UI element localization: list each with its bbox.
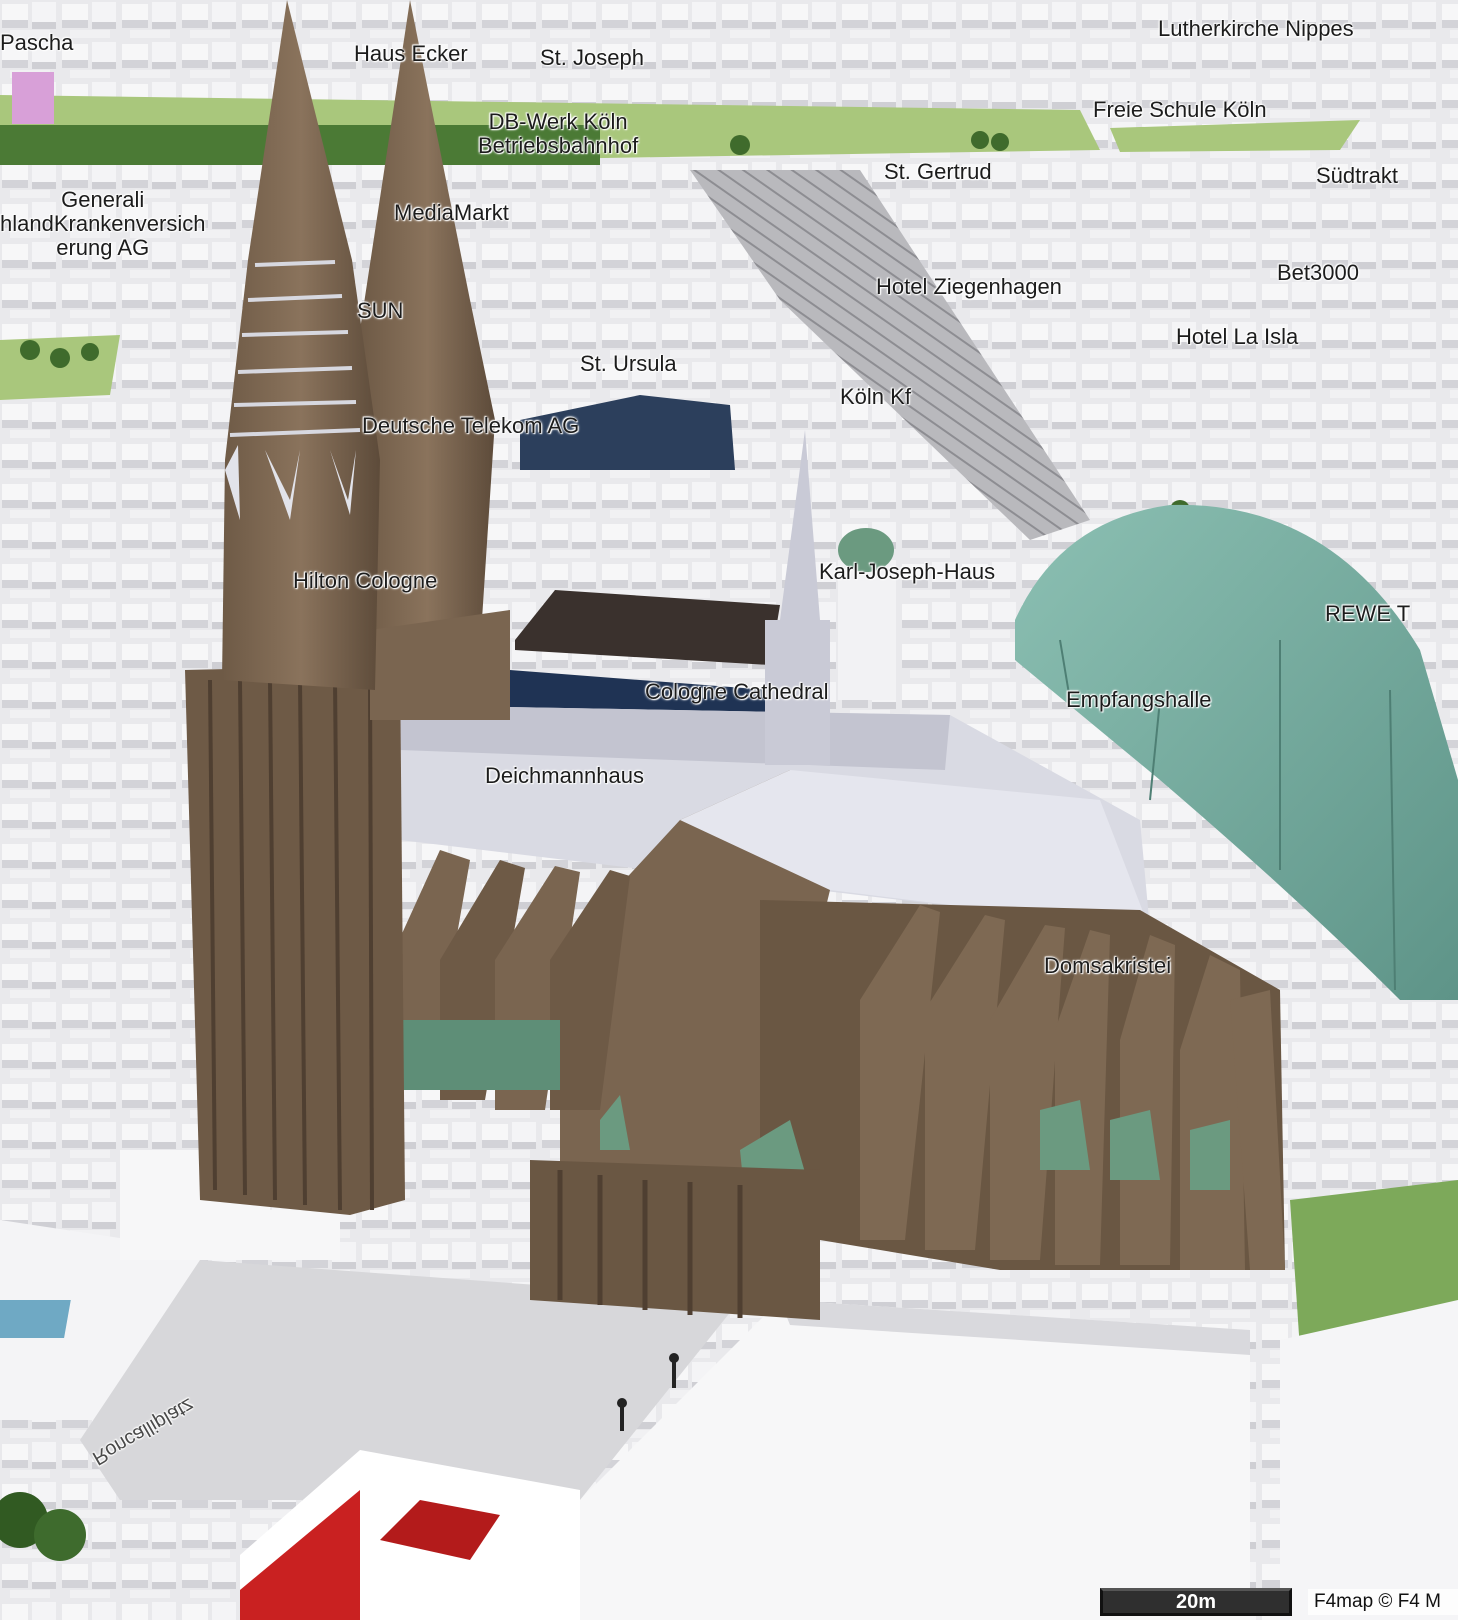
label-empfangshalle[interactable]: Empfangshalle [1066,688,1212,712]
map-canvas[interactable] [0,0,1458,1620]
label-deichmannhaus[interactable]: Deichmannhaus [485,764,644,788]
label-hotel-la-isla[interactable]: Hotel La Isla [1176,325,1298,349]
label-suedtrakt[interactable]: Südtrakt [1316,164,1398,188]
cathedral-portal-base [530,1160,820,1320]
label-st-ursula[interactable]: St. Ursula [580,352,677,376]
label-sun[interactable]: SUN [357,299,403,323]
label-koeln-kf[interactable]: Köln Kf [840,385,911,409]
label-hilton-cologne[interactable]: Hilton Cologne [293,569,437,593]
label-generali[interactable]: Generali hlandKrankenversich erung AG [0,188,205,260]
building-front-right [1280,1300,1458,1620]
label-freie-schule-koeln[interactable]: Freie Schule Köln [1093,98,1267,122]
label-rewe[interactable]: REWE T [1325,602,1410,626]
label-db-werk-line-2: Betriebsbahnhof [478,133,639,158]
label-generali-line-2: hlandKrankenversich [0,211,206,236]
label-hotel-ziegenhagen[interactable]: Hotel Ziegenhagen [876,275,1062,299]
scale-bar: 20m [1100,1588,1292,1616]
label-db-werk-koeln[interactable]: DB-Werk Köln Betriebsbahnhof [478,110,638,158]
map-footer: 20m F4map © F4 M [1100,1584,1458,1620]
label-st-gertrud[interactable]: St. Gertrud [884,160,992,184]
label-lutherkirche-nippes[interactable]: Lutherkirche Nippes [1158,17,1354,41]
label-generali-line-1: Generali [61,187,145,212]
label-cologne-cathedral[interactable]: Cologne Cathedral [645,680,828,704]
label-generali-line-3: erung AG [56,235,150,260]
label-deutsche-telekom-ag[interactable]: Deutsche Telekom AG [362,414,579,438]
label-mediamarkt[interactable]: MediaMarkt [394,201,509,225]
label-haus-ecker[interactable]: Haus Ecker [354,42,468,66]
attribution-text[interactable]: F4map © F4 M [1308,1589,1458,1615]
label-pascha[interactable]: Pascha [0,31,73,55]
label-karl-joseph-haus[interactable]: Karl-Joseph-Haus [819,560,995,584]
pink-building [12,72,54,124]
label-domsakristei[interactable]: Domsakristei [1044,954,1171,978]
label-db-werk-line-1: DB-Werk Köln [488,109,628,134]
fountain-pool [0,1300,71,1338]
label-st-joseph[interactable]: St. Joseph [540,46,644,70]
label-bet3000[interactable]: Bet3000 [1277,261,1359,285]
